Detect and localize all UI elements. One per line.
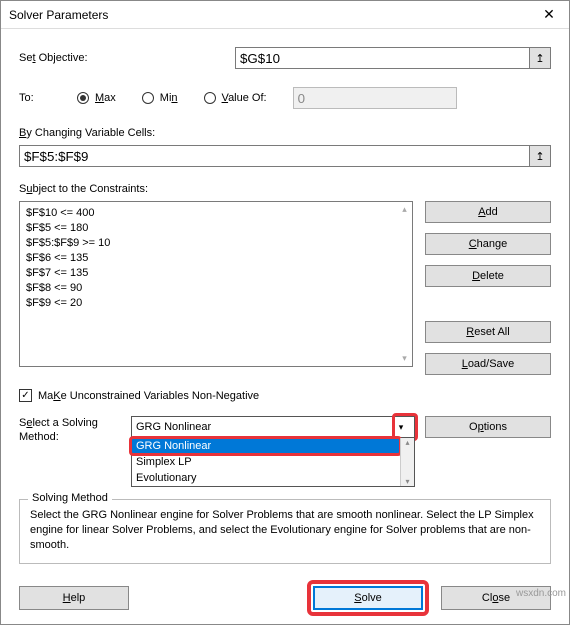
- solving-method-legend: Solving Method: [28, 492, 112, 504]
- constraints-area: $F$10 <= 400 $F$5 <= 180 $F$5:$F$9 >= 10…: [19, 201, 551, 375]
- unconstrained-label: MaKe Unconstrained Variables Non-Negativ…: [38, 390, 259, 402]
- window-close-button[interactable]: ✕: [529, 1, 569, 29]
- method-option-grg[interactable]: GRG Nonlinear: [132, 438, 414, 454]
- radio-icon: [204, 92, 216, 104]
- scroll-down-icon: ▾: [405, 477, 409, 486]
- method-option-simplex[interactable]: Simplex LP: [132, 454, 414, 470]
- set-objective-label: Set Objective:: [19, 52, 235, 64]
- solving-method-description: Select the GRG Nonlinear engine for Solv…: [30, 508, 540, 553]
- add-button[interactable]: Add: [425, 201, 551, 223]
- solving-method-select-wrap: GRG Nonlinear ▾ GRG Nonlinear Simplex LP…: [131, 416, 415, 487]
- scroll-up-icon: ▴: [402, 202, 407, 217]
- solving-method-dropdown[interactable]: GRG Nonlinear Simplex LP Evolutionary ▴ …: [131, 438, 415, 487]
- dialog-footer: Help Solve Close: [19, 586, 551, 610]
- radio-icon: [77, 92, 89, 104]
- constraint-item[interactable]: $F$9 <= 20: [26, 296, 406, 311]
- radio-min[interactable]: Min: [142, 92, 178, 104]
- chevron-down-icon: ▾: [392, 418, 410, 436]
- constraint-item[interactable]: $F$5:$F$9 >= 10: [26, 236, 406, 251]
- change-button[interactable]: Change: [425, 233, 551, 255]
- objective-input[interactable]: [235, 47, 530, 69]
- constraint-buttons: Add Change Delete Reset All Load/Save: [425, 201, 551, 375]
- delete-button[interactable]: Delete: [425, 265, 551, 287]
- value-of-input[interactable]: [293, 87, 457, 109]
- solve-button[interactable]: Solve: [313, 586, 423, 610]
- solving-method-fieldset: Solving Method Select the GRG Nonlinear …: [19, 499, 551, 564]
- constraint-item[interactable]: $F$7 <= 135: [26, 266, 406, 281]
- refedit-icon: ↥: [535, 52, 544, 65]
- radio-max[interactable]: Max: [77, 92, 116, 104]
- constraints-label: Subject to the Constraints:: [19, 183, 551, 195]
- load-save-button[interactable]: Load/Save: [425, 353, 551, 375]
- set-objective-row: Set Objective: ↥: [19, 47, 551, 69]
- to-label: To:: [19, 92, 77, 104]
- titlebar: Solver Parameters ✕: [1, 1, 569, 29]
- solver-parameters-dialog: Solver Parameters ✕ Set Objective: ↥ To:…: [0, 0, 570, 625]
- radio-value-of[interactable]: Value Of:: [204, 92, 267, 104]
- objective-refedit-button[interactable]: ↥: [529, 47, 551, 69]
- checkbox-icon: ✓: [19, 389, 32, 402]
- scrollbar[interactable]: ▴ ▾: [397, 202, 412, 366]
- options-col: Options: [425, 416, 551, 438]
- constraint-item[interactable]: $F$8 <= 90: [26, 281, 406, 296]
- dialog-body: Set Objective: ↥ To: Max Min Value Of:: [1, 29, 569, 624]
- refedit-icon: ↥: [535, 150, 544, 163]
- solving-method-value: GRG Nonlinear: [136, 421, 211, 433]
- solving-method-row: Select a Solving Method: GRG Nonlinear ▾…: [19, 416, 551, 487]
- constraint-item[interactable]: $F$10 <= 400: [26, 206, 406, 221]
- unconstrained-checkbox-row[interactable]: ✓ MaKe Unconstrained Variables Non-Negat…: [19, 389, 551, 402]
- constraints-listbox[interactable]: $F$10 <= 400 $F$5 <= 180 $F$5:$F$9 >= 10…: [19, 201, 413, 367]
- reset-all-button[interactable]: Reset All: [425, 321, 551, 343]
- scroll-up-icon: ▴: [405, 438, 409, 447]
- scrollbar[interactable]: ▴ ▾: [400, 438, 414, 486]
- radio-icon: [142, 92, 154, 104]
- constraint-item[interactable]: $F$5 <= 180: [26, 221, 406, 236]
- to-row: To: Max Min Value Of:: [19, 87, 551, 109]
- help-button[interactable]: Help: [19, 586, 129, 610]
- changing-refedit-button[interactable]: ↥: [529, 145, 551, 167]
- dialog-title: Solver Parameters: [9, 8, 108, 22]
- changing-cells-label: By Changing Variable Cells:: [19, 127, 551, 139]
- solving-method-select[interactable]: GRG Nonlinear ▾: [131, 416, 415, 438]
- solving-method-label: Select a Solving Method:: [19, 416, 121, 444]
- solve-wrap: Solve: [313, 586, 423, 610]
- method-option-evolutionary[interactable]: Evolutionary: [132, 470, 414, 486]
- options-button[interactable]: Options: [425, 416, 551, 438]
- watermark: wsxdn.com: [516, 588, 566, 599]
- changing-cells-input[interactable]: [19, 145, 530, 167]
- changing-cells-row: ↥: [19, 145, 551, 167]
- constraint-item[interactable]: $F$6 <= 135: [26, 251, 406, 266]
- scroll-down-icon: ▾: [402, 351, 407, 366]
